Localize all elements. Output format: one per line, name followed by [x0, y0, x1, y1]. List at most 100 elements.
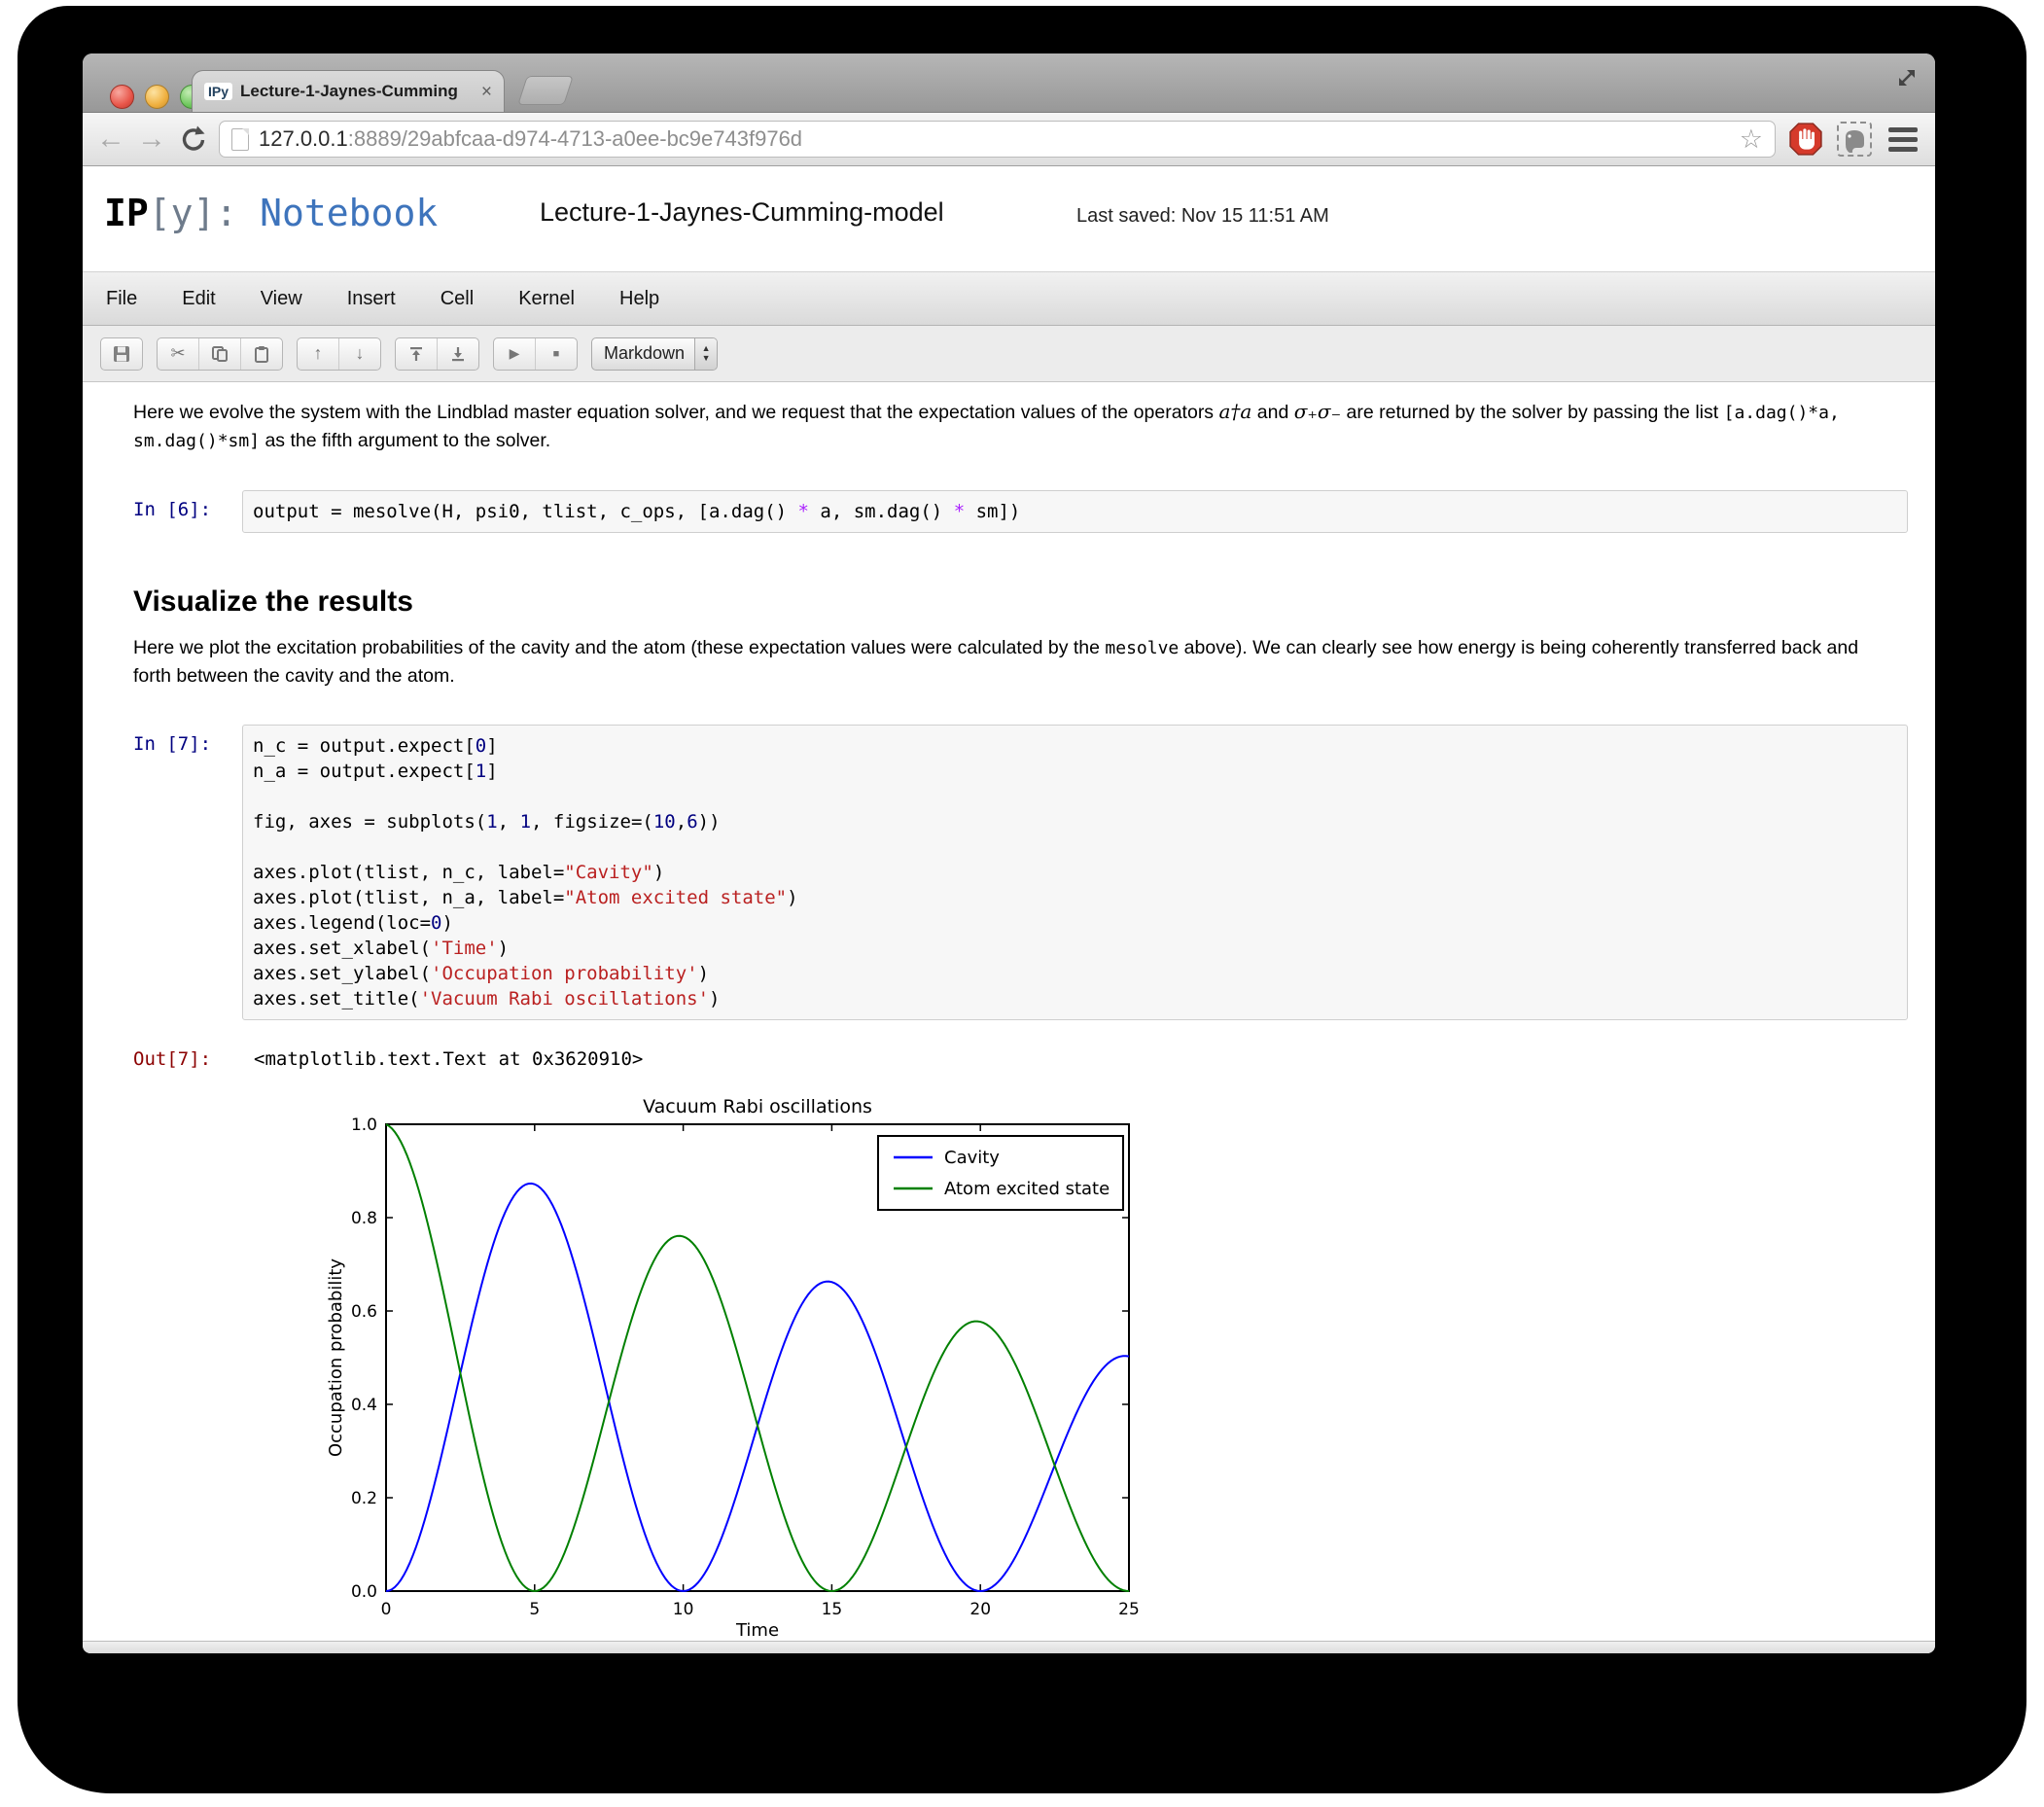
y-tick-label: 0.6 — [351, 1302, 377, 1322]
output-prompt-7: Out[7]: — [133, 1040, 242, 1070]
section-heading: Visualize the results — [133, 585, 1935, 619]
menu-insert[interactable]: Insert — [347, 288, 396, 310]
y-tick-label: 0.8 — [351, 1209, 377, 1228]
browser-tab[interactable]: IPy Lecture-1-Jaynes-Cumming × — [192, 70, 505, 112]
menu-file[interactable]: File — [106, 288, 137, 310]
save-button[interactable] — [101, 338, 142, 370]
cut-cell-button[interactable]: ✂ — [158, 338, 199, 370]
y-tick-label: 0.0 — [351, 1582, 377, 1602]
code-line: axes.plot(tlist, n_a, label="Atom excite… — [253, 885, 1897, 910]
cell-type-select[interactable]: Markdown ▲▼ — [591, 337, 718, 371]
bookmark-star-icon[interactable]: ☆ — [1740, 126, 1763, 153]
inline-math: σ₊σ₋ — [1294, 400, 1341, 423]
input-prompt-6: In [6]: — [133, 490, 242, 520]
copy-icon — [211, 345, 229, 363]
y-tick-label: 0.4 — [351, 1396, 377, 1415]
menu-view[interactable]: View — [261, 288, 302, 310]
legend-label: Cavity — [944, 1148, 1000, 1168]
inline-math: a†a — [1218, 400, 1251, 423]
stop-icon: ■ — [553, 348, 560, 360]
move-cell-down-button[interactable]: ↓ — [339, 338, 380, 370]
browser-menu-icon[interactable] — [1885, 121, 1921, 158]
tab-strip: IPy Lecture-1-Jaynes-Cumming × — [83, 53, 1935, 113]
menu-help[interactable]: Help — [619, 288, 659, 310]
text-run: are returned by the solver by passing th… — [1341, 402, 1723, 423]
new-tab-button[interactable] — [517, 76, 574, 105]
menu-cell[interactable]: Cell — [441, 288, 474, 310]
inline-code: mesolve — [1105, 638, 1179, 658]
arrow-up-icon: ↑ — [314, 343, 323, 364]
save-icon — [112, 344, 131, 364]
menu-edit[interactable]: Edit — [182, 288, 215, 310]
text-run: as the fifth argument to the solver. — [260, 430, 550, 451]
scissors-icon: ✂ — [170, 343, 185, 364]
code-line: n_c = output.expect[0] — [253, 733, 1897, 759]
back-icon[interactable]: ← — [96, 124, 125, 154]
close-tab-icon[interactable]: × — [481, 83, 492, 101]
x-tick-label: 25 — [1118, 1600, 1140, 1619]
y-tick-label: 0.2 — [351, 1489, 377, 1508]
forward-icon[interactable]: → — [137, 124, 166, 154]
code-line: output = mesolve(H, psi0, tlist, c_ops, … — [253, 499, 1897, 524]
x-tick-label: 10 — [673, 1600, 694, 1619]
close-window-button[interactable] — [110, 85, 134, 109]
stop-hand-extension-icon[interactable] — [1787, 121, 1824, 158]
code-line: axes.set_ylabel('Occupation probability'… — [253, 961, 1897, 986]
x-tick-label: 15 — [822, 1600, 843, 1619]
window-bottom-edge — [83, 1641, 1935, 1653]
logo-y: [y]: — [149, 192, 238, 234]
text-run: Here we evolve the system with the Lindb… — [133, 402, 1218, 423]
browser-window: IPy Lecture-1-Jaynes-Cumming × ← → 127.0… — [83, 53, 1935, 1653]
code-line: n_a = output.expect[1] — [253, 759, 1897, 784]
notebook-toolbar: ✂ ↑ ↓ — [83, 326, 1935, 382]
markdown-paragraph-1: Here we evolve the system with the Lindb… — [133, 398, 1900, 455]
run-cell-button[interactable]: ▶ — [494, 338, 536, 370]
ipython-logo[interactable]: IP[y]: Notebook — [104, 192, 438, 234]
code-line — [253, 834, 1897, 860]
insert-cell-below-button[interactable] — [438, 338, 478, 370]
move-cell-up-button[interactable]: ↑ — [298, 338, 339, 370]
interrupt-kernel-button[interactable]: ■ — [536, 338, 577, 370]
code-input-6[interactable]: output = mesolve(H, psi0, tlist, c_ops, … — [242, 490, 1908, 533]
insert-cell-above-button[interactable] — [396, 338, 438, 370]
reload-icon[interactable] — [178, 123, 207, 157]
notebook-content: Here we evolve the system with the Lindb… — [83, 382, 1935, 1641]
paste-cell-button[interactable] — [241, 338, 282, 370]
url-path: :8889/29abfcaa-d974-4713-a0ee-bc9e743f97… — [348, 126, 802, 152]
arrow-down-icon: ↓ — [356, 343, 365, 364]
x-tick-label: 5 — [529, 1600, 540, 1619]
text-run: Here we plot the excitation probabilitie… — [133, 637, 1105, 658]
ipython-favicon-icon: IPy — [204, 83, 232, 100]
page-icon — [231, 128, 249, 151]
x-tick-label: 20 — [969, 1600, 991, 1619]
markdown-paragraph-2: Here we plot the excitation probabilitie… — [133, 634, 1900, 690]
fullscreen-icon[interactable] — [1894, 65, 1920, 95]
code-cell-7: In [7]: n_c = output.expect[0]n_a = outp… — [133, 725, 1908, 1020]
logo-notebook: Notebook — [260, 192, 438, 234]
tab-title: Lecture-1-Jaynes-Cumming — [240, 82, 476, 101]
code-line: axes.set_title('Vacuum Rabi oscillations… — [253, 986, 1897, 1011]
cell-type-value: Markdown — [604, 343, 685, 364]
paste-icon — [253, 345, 270, 363]
output-cell-7: Out[7]: <matplotlib.text.Text at 0x36209… — [133, 1040, 1908, 1070]
menu-kernel[interactable]: Kernel — [518, 288, 575, 310]
select-stepper-icon: ▲▼ — [694, 338, 717, 370]
logo-ip: IP — [104, 192, 149, 234]
address-bar[interactable]: 127.0.0.1 :8889/29abfcaa-d974-4713-a0ee-… — [219, 121, 1776, 158]
browser-navbar: ← → 127.0.0.1 :8889/29abfcaa-d974-4713-a… — [83, 113, 1935, 166]
arrow-to-bottom-icon — [450, 345, 466, 363]
notebook-title[interactable]: Lecture-1-Jaynes-Cumming-model — [540, 197, 944, 228]
code-input-7[interactable]: n_c = output.expect[0]n_a = output.expec… — [242, 725, 1908, 1020]
text-run: and — [1251, 402, 1293, 423]
y-axis-label: Occupation probability — [326, 1258, 346, 1457]
minimize-window-button[interactable] — [145, 85, 169, 109]
evernote-clipper-icon[interactable] — [1836, 121, 1873, 158]
copy-cell-button[interactable] — [199, 338, 241, 370]
output-text-7: <matplotlib.text.Text at 0x3620910> — [242, 1040, 643, 1070]
code-line: axes.legend(loc=0) — [253, 910, 1897, 936]
y-tick-label: 1.0 — [351, 1116, 377, 1135]
arrow-to-top-icon — [408, 345, 424, 363]
notebook-header: IP[y]: Notebook Lecture-1-Jaynes-Cumming… — [83, 166, 1935, 272]
vacuum-rabi-chart: Vacuum Rabi oscillations05101520250.00.2… — [326, 1095, 1143, 1640]
code-cell-6: In [6]: output = mesolve(H, psi0, tlist,… — [133, 490, 1908, 533]
